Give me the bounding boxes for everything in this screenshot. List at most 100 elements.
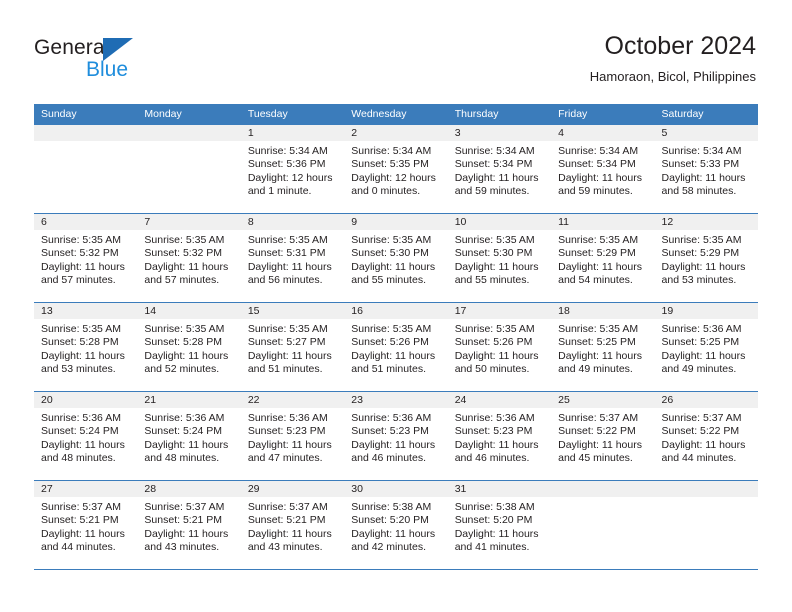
sunset-text: Sunset: 5:21 PM xyxy=(144,514,223,527)
sunrise-text: Sunrise: 5:37 AM xyxy=(247,501,328,513)
calendar-day-cell[interactable]: 12 Sunrise: 5:35 AM Sunset: 5:29 PM Dayligh… xyxy=(654,214,758,302)
daylight-text: Daylight: 11 hours xyxy=(454,260,539,273)
daylight-text: Daylight: 11 hours xyxy=(144,438,229,451)
sunrise-text: Sunrise: 5:36 AM xyxy=(41,412,121,424)
daylight-text-cont: and 57 minutes. xyxy=(41,274,116,287)
general-blue-logo[interactable]: General Blue xyxy=(34,36,214,84)
day-number: 7 xyxy=(137,214,241,230)
daylight-text-cont: and 0 minutes. xyxy=(351,185,421,198)
day-details xyxy=(655,497,758,501)
day-number: 30 xyxy=(344,481,448,497)
calendar-day-cell[interactable]: 9 Sunrise: 5:35 AM Sunset: 5:30 PM Daylight… xyxy=(344,214,448,302)
daylight-text-cont: and 42 minutes. xyxy=(351,541,426,554)
daylight-text: Daylight: 11 hours xyxy=(144,260,229,273)
calendar-empty-cell xyxy=(137,125,241,213)
calendar-day-cell[interactable]: 6 Sunrise: 5:35 AM Sunset: 5:32 PM Daylight… xyxy=(34,214,138,302)
calendar-day-cell[interactable]: 14 Sunrise: 5:35 AM Sunset: 5:28 PM Dayligh… xyxy=(137,303,241,391)
sunrise-text: Sunrise: 5:37 AM xyxy=(144,501,225,513)
day-number: 12 xyxy=(654,214,758,230)
day-number: 20 xyxy=(34,392,138,408)
day-details: Sunrise: 5:36 AM Sunset: 5:24 PM Daylight:… xyxy=(34,408,137,466)
calendar-day-cell[interactable]: 18 Sunrise: 5:35 AM Sunset: 5:25 PM Dayligh… xyxy=(551,303,655,391)
calendar-day-cell[interactable]: 19 Sunrise: 5:36 AM Sunset: 5:25 PM Dayligh… xyxy=(654,303,758,391)
calendar-day-cell[interactable]: 7 Sunrise: 5:35 AM Sunset: 5:32 PM Daylight… xyxy=(137,214,241,302)
calendar-day-cell[interactable]: 1 Sunrise: 5:34 AM Sunset: 5:36 PM Daylight… xyxy=(240,125,345,213)
day-number: 17 xyxy=(447,303,552,319)
calendar-day-cell[interactable]: 27 Sunrise: 5:37 AM Sunset: 5:21 PM Dayligh… xyxy=(34,481,138,569)
sunset-text: Sunset: 5:22 PM xyxy=(661,425,740,438)
daylight-text: Daylight: 11 hours xyxy=(41,260,125,273)
day-number xyxy=(551,481,655,497)
sunrise-text: Sunrise: 5:35 AM xyxy=(558,234,639,246)
day-number: 1 xyxy=(240,125,345,141)
day-number: 26 xyxy=(654,392,758,408)
sunset-text: Sunset: 5:34 PM xyxy=(454,158,533,171)
calendar-day-cell[interactable]: 26 Sunrise: 5:37 AM Sunset: 5:22 PM Dayligh… xyxy=(654,392,758,480)
daylight-text-cont: and 46 minutes. xyxy=(351,452,426,465)
day-number: 13 xyxy=(34,303,138,319)
daylight-text-cont: and 56 minutes. xyxy=(247,274,323,287)
calendar-empty-cell xyxy=(551,481,655,569)
calendar-day-cell[interactable]: 22 Sunrise: 5:36 AM Sunset: 5:23 PM Dayligh… xyxy=(240,392,345,480)
sunrise-text: Sunrise: 5:34 AM xyxy=(351,145,432,157)
day-number: 3 xyxy=(447,125,552,141)
calendar-day-cell[interactable]: 30 Sunrise: 5:38 AM Sunset: 5:20 PM Dayligh… xyxy=(344,481,448,569)
sunrise-text: Sunrise: 5:35 AM xyxy=(41,234,121,246)
daylight-text: Daylight: 11 hours xyxy=(351,438,436,451)
day-details: Sunrise: 5:35 AM Sunset: 5:25 PM Daylight:… xyxy=(551,319,654,377)
sunrise-text: Sunrise: 5:35 AM xyxy=(454,234,535,246)
logo-text-general: General xyxy=(34,36,110,59)
sunset-text: Sunset: 5:25 PM xyxy=(558,336,636,349)
day-number: 27 xyxy=(34,481,138,497)
day-details: Sunrise: 5:37 AM Sunset: 5:22 PM Daylight:… xyxy=(655,408,758,466)
weekday-header-monday: Monday xyxy=(144,108,182,120)
calendar-day-cell[interactable]: 4 Sunrise: 5:34 AM Sunset: 5:34 PM Daylight… xyxy=(551,125,655,213)
calendar-day-cell[interactable]: 17 Sunrise: 5:35 AM Sunset: 5:26 PM Dayligh… xyxy=(447,303,552,391)
calendar-day-cell[interactable]: 24 Sunrise: 5:36 AM Sunset: 5:23 PM Dayligh… xyxy=(447,392,552,480)
sunset-text: Sunset: 5:29 PM xyxy=(661,247,740,260)
day-details: Sunrise: 5:35 AM Sunset: 5:28 PM Daylight:… xyxy=(34,319,137,377)
calendar-day-cell[interactable]: 15 Sunrise: 5:35 AM Sunset: 5:27 PM Dayligh… xyxy=(240,303,345,391)
weekday-header-wednesday: Wednesday xyxy=(351,108,407,120)
calendar-day-cell[interactable]: 29 Sunrise: 5:37 AM Sunset: 5:21 PM Dayligh… xyxy=(240,481,345,569)
day-details: Sunrise: 5:35 AM Sunset: 5:32 PM Daylight:… xyxy=(34,230,137,288)
calendar-day-cell[interactable]: 20 Sunrise: 5:36 AM Sunset: 5:24 PM Dayligh… xyxy=(34,392,138,480)
daylight-text: Daylight: 11 hours xyxy=(41,349,125,362)
calendar-day-cell[interactable]: 3 Sunrise: 5:34 AM Sunset: 5:34 PM Daylight… xyxy=(447,125,552,213)
page-title: October 2024 xyxy=(604,32,757,60)
sunset-text: Sunset: 5:28 PM xyxy=(144,336,223,349)
daylight-text: Daylight: 11 hours xyxy=(558,438,642,451)
day-number: 24 xyxy=(447,392,552,408)
day-details: Sunrise: 5:35 AM Sunset: 5:26 PM Daylight:… xyxy=(448,319,551,377)
calendar-day-cell[interactable]: 31 Sunrise: 5:38 AM Sunset: 5:20 PM Dayligh… xyxy=(447,481,552,569)
daylight-text: Daylight: 12 hours xyxy=(351,171,436,184)
day-number: 25 xyxy=(551,392,655,408)
calendar-day-cell[interactable]: 10 Sunrise: 5:35 AM Sunset: 5:30 PM Dayligh… xyxy=(447,214,552,302)
sunset-text: Sunset: 5:35 PM xyxy=(351,158,429,171)
calendar-day-cell[interactable]: 16 Sunrise: 5:35 AM Sunset: 5:26 PM Dayligh… xyxy=(344,303,448,391)
sunset-text: Sunset: 5:25 PM xyxy=(661,336,740,349)
day-number: 10 xyxy=(447,214,552,230)
calendar-day-cell[interactable]: 23 Sunrise: 5:36 AM Sunset: 5:23 PM Dayligh… xyxy=(344,392,448,480)
calendar-day-cell[interactable]: 28 Sunrise: 5:37 AM Sunset: 5:21 PM Dayligh… xyxy=(137,481,241,569)
calendar-day-cell[interactable]: 5 Sunrise: 5:34 AM Sunset: 5:33 PM Daylight… xyxy=(654,125,758,213)
sunrise-text: Sunrise: 5:38 AM xyxy=(351,501,432,513)
daylight-text: Daylight: 11 hours xyxy=(247,527,332,540)
calendar-day-cell[interactable]: 13 Sunrise: 5:35 AM Sunset: 5:28 PM Dayligh… xyxy=(34,303,138,391)
day-number: 29 xyxy=(240,481,345,497)
sunset-text: Sunset: 5:30 PM xyxy=(454,247,533,260)
calendar-day-cell[interactable]: 21 Sunrise: 5:36 AM Sunset: 5:24 PM Dayligh… xyxy=(137,392,241,480)
daylight-text-cont: and 47 minutes. xyxy=(247,452,323,465)
calendar-day-cell[interactable]: 25 Sunrise: 5:37 AM Sunset: 5:22 PM Dayligh… xyxy=(551,392,655,480)
calendar-weeks: 1 Sunrise: 5:34 AM Sunset: 5:36 PM Daylight… xyxy=(34,125,758,570)
sunrise-text: Sunrise: 5:34 AM xyxy=(558,145,639,157)
sunrise-text: Sunrise: 5:36 AM xyxy=(351,412,432,424)
day-number: 19 xyxy=(654,303,758,319)
day-number: 2 xyxy=(344,125,448,141)
calendar-day-cell[interactable]: 11 Sunrise: 5:35 AM Sunset: 5:29 PM Dayligh… xyxy=(551,214,655,302)
daylight-text-cont: and 48 minutes. xyxy=(41,452,116,465)
sunset-text: Sunset: 5:31 PM xyxy=(247,247,326,260)
day-number: 4 xyxy=(551,125,655,141)
calendar-day-cell[interactable]: 2 Sunrise: 5:34 AM Sunset: 5:35 PM Daylight… xyxy=(344,125,448,213)
calendar-day-cell[interactable]: 8 Sunrise: 5:35 AM Sunset: 5:31 PM Daylight… xyxy=(240,214,345,302)
